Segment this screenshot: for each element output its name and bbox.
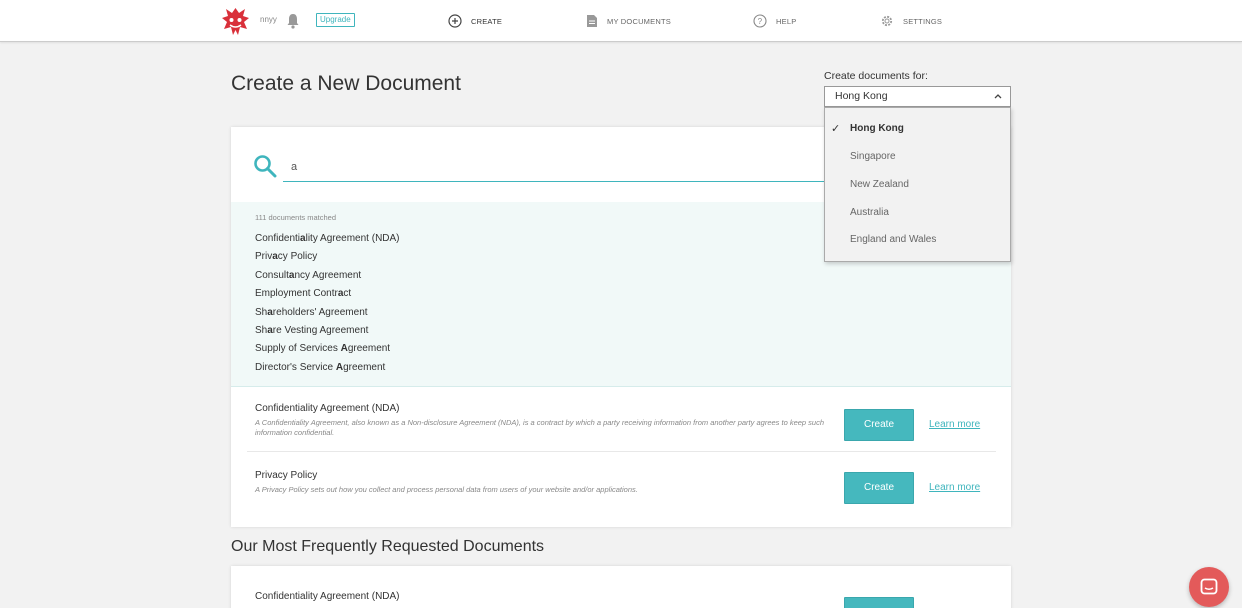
row-divider xyxy=(247,451,996,452)
create-button[interactable]: Create xyxy=(844,409,914,441)
search-result-item[interactable]: Confidentiality Agreement (NDA) xyxy=(255,232,400,250)
document-title: Confidentiality Agreement (NDA) xyxy=(255,591,400,602)
chat-launcher-button[interactable] xyxy=(1189,567,1229,607)
document-icon xyxy=(587,15,597,27)
help-circle-icon: ? xyxy=(753,14,767,28)
search-result-item[interactable]: Employment Contract xyxy=(255,287,400,305)
gear-icon xyxy=(881,15,893,27)
search-result-item[interactable]: Supply of Services Agreement xyxy=(255,342,400,360)
upgrade-button[interactable]: Upgrade xyxy=(316,13,355,27)
dropdown-option-england-and-wales[interactable]: England and Wales xyxy=(850,234,936,245)
match-count: 111 documents matched xyxy=(255,213,337,222)
chevron-up-icon xyxy=(994,94,1002,99)
document-description: A Confidentiality Agreement, also known … xyxy=(255,418,825,437)
nav-create-label: CREATE xyxy=(471,16,503,26)
dropdown-option-singapore[interactable]: Singapore xyxy=(850,151,896,162)
search-result-item[interactable]: Privacy Policy xyxy=(255,250,400,268)
nav-my-documents-label: MY DOCUMENTS xyxy=(607,16,671,26)
country-select-label: Create documents for: xyxy=(824,70,928,82)
dragon-logo-icon[interactable] xyxy=(220,5,251,38)
chat-icon xyxy=(1200,578,1218,595)
create-button[interactable]: Create xyxy=(844,472,914,504)
username-label[interactable]: nnyy xyxy=(260,15,277,24)
bell-icon[interactable] xyxy=(286,13,300,29)
country-select-value: Hong Kong xyxy=(835,90,888,102)
top-navigation-bar: nnyy Upgrade CREATE MY DOCUMENTS ? HELP … xyxy=(0,0,1242,42)
learn-more-link[interactable]: Learn more xyxy=(929,419,980,430)
country-select[interactable]: Hong Kong xyxy=(824,86,1011,107)
search-result-list: Confidentiality Agreement (NDA) Privacy … xyxy=(255,232,400,379)
dropdown-option-new-zealand[interactable]: New Zealand xyxy=(850,179,909,190)
frequent-documents-card: Confidentiality Agreement (NDA) xyxy=(231,566,1011,608)
search-icon xyxy=(254,155,277,178)
page-title: Create a New Document xyxy=(231,72,461,95)
country-dropdown-menu: ✓ Hong Kong Singapore New Zealand Austra… xyxy=(824,107,1011,262)
search-result-item[interactable]: Shareholders' Agreement xyxy=(255,306,400,324)
document-search-input[interactable] xyxy=(283,152,843,182)
nav-my-documents[interactable]: MY DOCUMENTS xyxy=(586,12,671,30)
learn-more-link[interactable]: Learn more xyxy=(929,482,980,493)
dropdown-option-hong-kong[interactable]: Hong Kong xyxy=(850,123,904,134)
search-result-item[interactable]: Director's Service Agreement xyxy=(255,361,400,379)
nav-settings[interactable]: SETTINGS xyxy=(880,12,942,30)
create-button[interactable] xyxy=(844,597,914,608)
checkmark-icon: ✓ xyxy=(831,123,841,135)
search-result-item[interactable]: Share Vesting Agreement xyxy=(255,324,400,342)
nav-help[interactable]: ? HELP xyxy=(753,12,796,30)
svg-text:?: ? xyxy=(758,17,763,26)
nav-create[interactable]: CREATE xyxy=(448,12,502,30)
document-description: A Privacy Policy sets out how you collec… xyxy=(255,485,638,494)
nav-help-label: HELP xyxy=(776,16,797,26)
dropdown-option-australia[interactable]: Australia xyxy=(850,207,889,218)
search-result-item[interactable]: Consultancy Agreement xyxy=(255,269,400,287)
section-title: Our Most Frequently Requested Documents xyxy=(231,538,545,555)
nav-settings-label: SETTINGS xyxy=(903,16,943,26)
plus-circle-icon xyxy=(448,14,462,28)
